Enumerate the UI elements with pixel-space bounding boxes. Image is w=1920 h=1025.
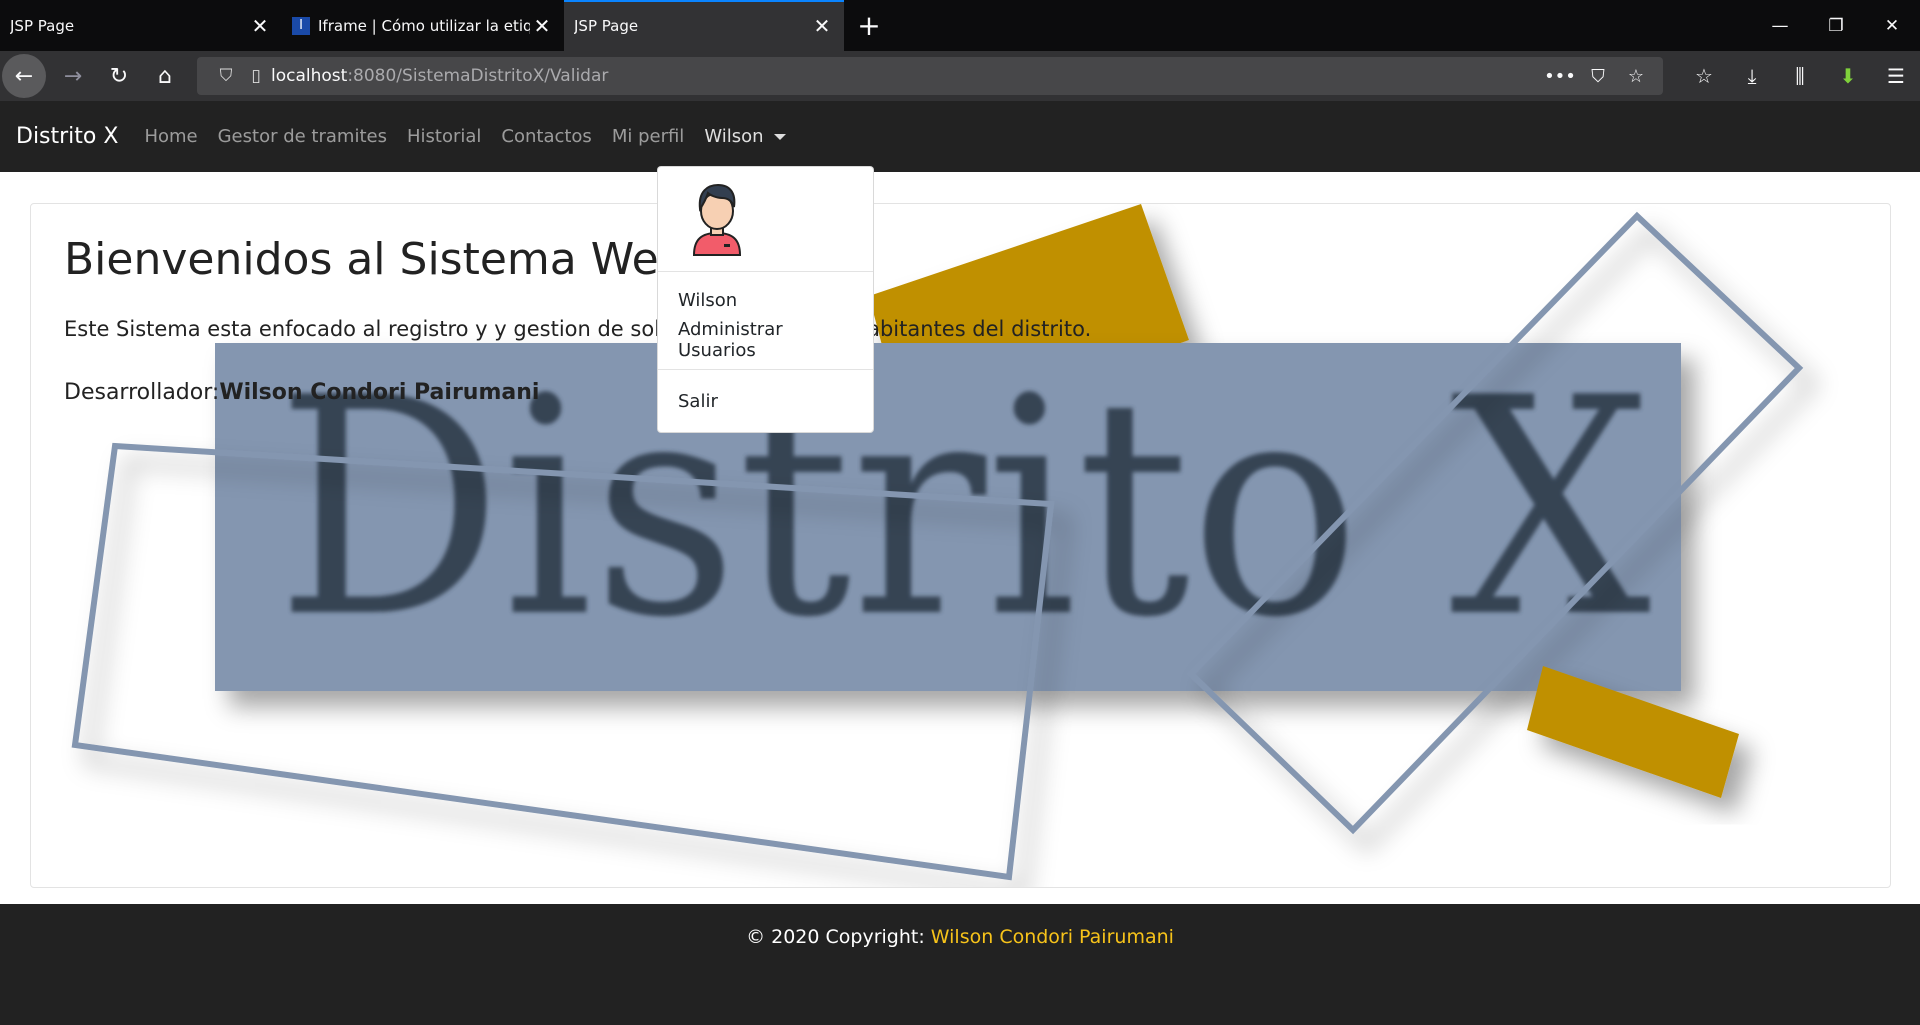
page-icon[interactable]: ▯ [241,66,271,86]
new-tab-button[interactable]: + [844,0,894,51]
pocket-icon[interactable]: ⛉ [1579,66,1617,87]
close-window-icon[interactable]: ✕ [1864,0,1920,51]
developer-label: Desarrollador: [64,380,220,405]
page-actions-icon[interactable]: ••• [1541,66,1579,87]
library-icon[interactable]: ⫼ [1776,64,1824,88]
favicon-icon: I [292,16,310,35]
tab-title: JSP Page [574,16,639,35]
bookmark-star-icon[interactable]: ☆ [1617,66,1655,87]
forward-button[interactable]: → [50,53,96,99]
nav-link-contactos[interactable]: Contactos [491,126,601,147]
browser-tab-3[interactable]: JSP Page ✕ [564,0,844,51]
caret-down-icon [773,133,786,140]
nav-link-gestor[interactable]: Gestor de tramites [208,126,397,147]
download-icon[interactable]: ⤓ [1728,64,1776,88]
minimize-icon[interactable]: — [1752,0,1808,51]
dropdown-item-admin-users[interactable]: Administrar Usuarios [658,319,873,361]
main-card: Distrito X Bienvenidos al Sistema Web D … [30,203,1891,888]
dropdown-item-logout[interactable]: Salir [658,381,873,421]
nav-link-home[interactable]: Home [134,126,207,147]
restore-icon[interactable]: ❐ [1808,0,1864,51]
browser-tab-1[interactable]: JSP Page ✕ [0,0,282,51]
tab-title: JSP Page [10,16,75,35]
tab-title: Iframe | Cómo utilizar la etiqu [318,16,530,35]
shield-icon[interactable]: ⛉ [211,66,241,86]
copyright-link[interactable]: Wilson Condori Pairumani [931,926,1174,948]
developer-line: Desarrollador:Wilson Condori Pairumani [64,380,539,405]
browser-toolbar: ← → ↻ ⌂ ⛉ ▯ localhost:8080/SistemaDistri… [0,51,1920,101]
user-dropdown-menu: Wilson Administrar Usuarios Salir [657,166,874,433]
close-tab-icon[interactable]: ✕ [810,14,834,38]
copyright-text: © 2020 Copyright: Wilson Condori Pairuma… [0,926,1920,948]
reload-button[interactable]: ↻ [96,53,142,99]
close-tab-icon[interactable]: ✕ [248,14,272,38]
navbar-brand[interactable]: Distrito X [16,124,118,149]
back-button[interactable]: ← [2,54,46,98]
app-navbar: Distrito X Home Gestor de tramites Histo… [0,101,1920,172]
extension-icon[interactable]: ⬇ [1824,64,1872,88]
home-button[interactable]: ⌂ [142,53,188,99]
browser-tab-2[interactable]: I Iframe | Cómo utilizar la etiqu ✕ [282,0,564,51]
window-controls: — ❐ ✕ [1752,0,1920,51]
nav-link-perfil[interactable]: Mi perfil [602,126,695,147]
nav-link-historial[interactable]: Historial [397,126,491,147]
user-name: Wilson [704,126,764,147]
url-path: :8080/SistemaDistritoX/Validar [347,66,609,86]
footer: © 2020 Copyright: Wilson Condori Pairuma… [0,904,1920,1025]
hero-illustration: Distrito X [71,204,1804,881]
page-title: Bienvenidos al Sistema Web D [64,234,735,285]
lead-text: Este Sistema esta enfocado al registro y… [64,317,1091,341]
developer-name: Wilson Condori Pairumani [219,380,540,405]
browser-tab-strip: JSP Page ✕ I Iframe | Cómo utilizar la e… [0,0,1920,51]
lead-text-left: Este Sistema esta enfocado al registro y… [64,317,692,341]
copyright-label: © 2020 Copyright: [746,926,931,948]
avatar [692,183,742,256]
menu-icon[interactable]: ☰ [1872,64,1920,88]
url-host: localhost [271,66,348,86]
reading-list-icon[interactable]: ☆ [1680,64,1728,88]
user-dropdown-toggle[interactable]: Wilson [694,126,795,147]
close-tab-icon[interactable]: ✕ [530,14,554,38]
address-bar[interactable]: ⛉ ▯ localhost:8080/SistemaDistritoX/Vali… [197,57,1663,95]
dropdown-item-user[interactable]: Wilson [658,280,873,320]
toolbar-right: ☆ ⤓ ⫼ ⬇ ☰ [1680,51,1920,101]
